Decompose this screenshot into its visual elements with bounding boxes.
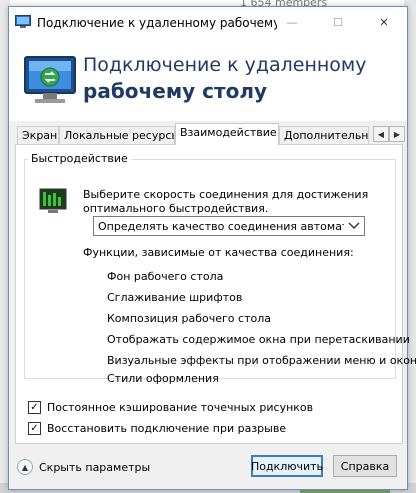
feature-item: Фон рабочего стола xyxy=(107,270,224,283)
features-label: Функции, зависимые от качества соединени… xyxy=(83,246,354,259)
performance-description: Выберите скорость соединения для достиже… xyxy=(83,188,369,215)
tab-scroll-right-button[interactable]: ▶ xyxy=(389,126,405,142)
help-button[interactable]: Справка xyxy=(333,455,397,477)
connection-speed-value: Определять качество соединения автоматич… xyxy=(98,220,344,233)
remote-desktop-icon xyxy=(15,15,31,28)
tab-scroll-left-button[interactable]: ◀ xyxy=(373,126,389,142)
close-button[interactable]: ✕ xyxy=(361,7,407,37)
minimize-button[interactable]: — xyxy=(269,7,315,37)
performance-group: Выберите скорость соединения для достиже… xyxy=(24,159,416,385)
chevron-down-icon xyxy=(348,221,360,231)
chevron-up-icon[interactable]: ▲ xyxy=(17,459,33,475)
reconnect-checkbox-row[interactable]: ✓ Восстановить подключение при разрыве xyxy=(28,422,286,435)
maximize-button[interactable]: ☐ xyxy=(315,7,361,37)
feature-item: Отображать содержимое окна при перетаски… xyxy=(107,333,410,346)
feature-item: Визуальные эффекты при отображении меню … xyxy=(107,354,416,367)
hide-options-label: Скрыть параметры xyxy=(39,460,151,474)
bitmap-caching-checkbox[interactable]: ✓ xyxy=(28,401,41,414)
hide-options-toggle[interactable]: ▲ Скрыть параметры xyxy=(17,459,150,475)
remote-desktop-monitor-icon xyxy=(19,49,81,109)
feature-item: Сглаживание шрифтов xyxy=(107,291,243,304)
tab-screen[interactable]: Экран xyxy=(17,126,59,145)
header-banner: Подключение к удаленному рабочему столу xyxy=(9,37,407,121)
tab-local-resources[interactable]: Локальные ресурсы xyxy=(59,126,175,145)
remote-desktop-dialog: Подключение к удаленному рабочему с... —… xyxy=(8,6,416,490)
banner-title-line2: рабочему столу xyxy=(83,79,268,103)
connect-button[interactable]: Подключить xyxy=(251,455,323,477)
feature-item: Композиция рабочего стола xyxy=(107,312,271,325)
feature-item: Стили оформления xyxy=(107,372,219,385)
banner-title-line1: Подключение к удаленному xyxy=(83,54,367,76)
tab-strip: Экран Локальные ресурсы Взаимодействие Д… xyxy=(15,123,405,145)
bitmap-caching-label: Постоянное кэширование точечных рисунков xyxy=(47,401,314,414)
reconnect-label: Восстановить подключение при разрыве xyxy=(47,422,287,435)
title-bar[interactable]: Подключение к удаленному рабочему с... —… xyxy=(9,7,407,37)
bitmap-caching-checkbox-row[interactable]: ✓ Постоянное кэширование точечных рисунк… xyxy=(28,401,313,414)
window-title: Подключение к удаленному рабочему с... xyxy=(37,16,277,30)
tab-experience[interactable]: Взаимодействие xyxy=(175,123,279,145)
reconnect-checkbox[interactable]: ✓ xyxy=(28,422,41,435)
performance-group-legend: Быстродействие xyxy=(28,152,131,165)
performance-meter-icon xyxy=(39,186,67,214)
experience-panel: Выберите скорость соединения для достиже… xyxy=(15,144,416,444)
tab-advanced[interactable]: Дополнительно xyxy=(279,126,369,145)
connection-speed-select[interactable]: Определять качество соединения автоматич… xyxy=(93,216,365,236)
dialog-footer: ▲ Скрыть параметры Подключить Справка xyxy=(9,447,407,489)
